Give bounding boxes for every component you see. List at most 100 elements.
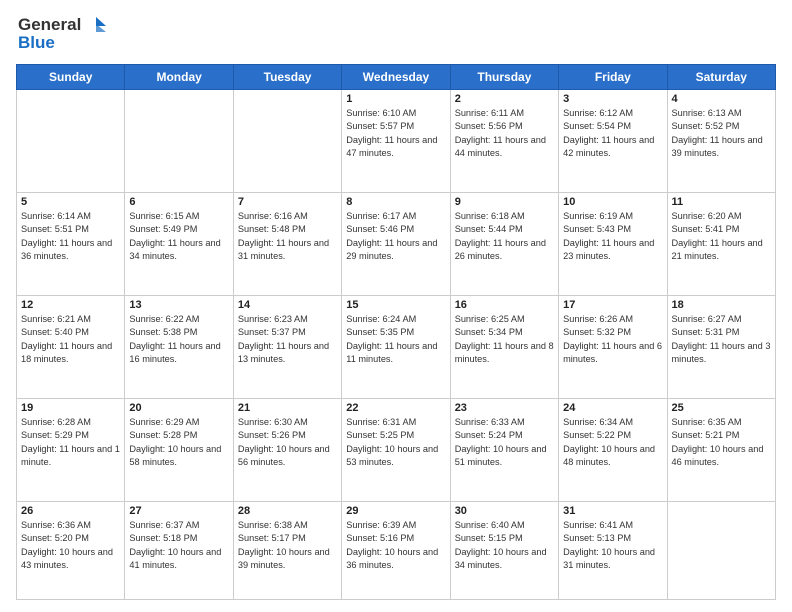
calendar-week-5: 26 Sunrise: 6:36 AMSunset: 5:20 PMDayligh… xyxy=(17,502,776,600)
day-number: 3 xyxy=(563,93,662,105)
day-number: 9 xyxy=(455,196,554,208)
day-number: 15 xyxy=(346,299,445,311)
day-number: 5 xyxy=(21,196,120,208)
calendar-cell: 30Sunrise: 6:40 AMSunset: 5:15 PMDayligh… xyxy=(450,502,558,600)
day-info: Sunrise: 6:24 AMSunset: 5:35 PMDaylight:… xyxy=(346,313,445,366)
day-number: 26 xyxy=(21,505,120,517)
day-number: 12 xyxy=(21,299,120,311)
logo-svg: General Blue xyxy=(16,12,106,56)
day-number: 21 xyxy=(238,402,337,414)
day-number: 11 xyxy=(672,196,771,208)
calendar-week-2: 5 Sunrise: 6:14 AMSunset: 5:51 PMDaylight… xyxy=(17,193,776,296)
header: General Blue xyxy=(16,12,776,56)
calendar-cell: 9 Sunrise: 6:18 AMSunset: 5:44 PMDaylight… xyxy=(450,193,558,296)
day-header-sunday: Sunday xyxy=(17,65,125,90)
calendar-week-1: 1 Sunrise: 6:10 AMSunset: 5:57 PMDaylight… xyxy=(17,90,776,193)
day-number: 4 xyxy=(672,93,771,105)
day-number: 17 xyxy=(563,299,662,311)
day-info: Sunrise: 6:18 AMSunset: 5:44 PMDaylight:… xyxy=(455,210,554,263)
calendar-cell: 31 Sunrise: 6:41 AMSunset: 5:13 PMDayligh… xyxy=(559,502,667,600)
calendar-cell xyxy=(17,90,125,193)
day-number: 24 xyxy=(563,402,662,414)
day-info: Sunrise: 6:17 AMSunset: 5:46 PMDaylight:… xyxy=(346,210,445,263)
calendar-cell: 12 Sunrise: 6:21 AMSunset: 5:40 PMDayligh… xyxy=(17,296,125,399)
calendar-cell: 19 Sunrise: 6:28 AMSunset: 5:29 PMDayligh… xyxy=(17,399,125,502)
calendar-cell: 21 Sunrise: 6:30 AMSunset: 5:26 PMDayligh… xyxy=(233,399,341,502)
day-number: 6 xyxy=(129,196,228,208)
day-header-tuesday: Tuesday xyxy=(233,65,341,90)
day-number: 14 xyxy=(238,299,337,311)
calendar-cell: 11Sunrise: 6:20 AMSunset: 5:41 PMDayligh… xyxy=(667,193,775,296)
day-info: Sunrise: 6:35 AMSunset: 5:21 PMDaylight:… xyxy=(672,416,771,469)
calendar-cell: 25 Sunrise: 6:35 AMSunset: 5:21 PMDayligh… xyxy=(667,399,775,502)
calendar-cell: 18 Sunrise: 6:27 AMSunset: 5:31 PMDayligh… xyxy=(667,296,775,399)
day-header-wednesday: Wednesday xyxy=(342,65,450,90)
day-info: Sunrise: 6:26 AMSunset: 5:32 PMDaylight:… xyxy=(563,313,662,366)
calendar-cell: 8 Sunrise: 6:17 AMSunset: 5:46 PMDaylight… xyxy=(342,193,450,296)
calendar-cell: 26 Sunrise: 6:36 AMSunset: 5:20 PMDayligh… xyxy=(17,502,125,600)
day-number: 27 xyxy=(129,505,228,517)
calendar-cell: 14Sunrise: 6:23 AMSunset: 5:37 PMDayligh… xyxy=(233,296,341,399)
calendar-cell: 28 Sunrise: 6:38 AMSunset: 5:17 PMDayligh… xyxy=(233,502,341,600)
day-number: 10 xyxy=(563,196,662,208)
day-info: Sunrise: 6:33 AMSunset: 5:24 PMDaylight:… xyxy=(455,416,554,469)
logo: General Blue xyxy=(16,12,106,56)
day-info: Sunrise: 6:34 AMSunset: 5:22 PMDaylight:… xyxy=(563,416,662,469)
day-header-friday: Friday xyxy=(559,65,667,90)
day-info: Sunrise: 6:27 AMSunset: 5:31 PMDaylight:… xyxy=(672,313,771,366)
calendar-week-4: 19 Sunrise: 6:28 AMSunset: 5:29 PMDayligh… xyxy=(17,399,776,502)
day-info: Sunrise: 6:30 AMSunset: 5:26 PMDaylight:… xyxy=(238,416,337,469)
day-number: 2 xyxy=(455,93,554,105)
calendar-cell: 16Sunrise: 6:25 AMSunset: 5:34 PMDayligh… xyxy=(450,296,558,399)
calendar-cell: 10Sunrise: 6:19 AMSunset: 5:43 PMDayligh… xyxy=(559,193,667,296)
calendar-cell: 27 Sunrise: 6:37 AMSunset: 5:18 PMDayligh… xyxy=(125,502,233,600)
day-number: 31 xyxy=(563,505,662,517)
day-info: Sunrise: 6:12 AMSunset: 5:54 PMDaylight:… xyxy=(563,107,662,160)
day-info: Sunrise: 6:10 AMSunset: 5:57 PMDaylight:… xyxy=(346,107,445,160)
day-info: Sunrise: 6:39 AMSunset: 5:16 PMDaylight:… xyxy=(346,519,445,572)
calendar-cell xyxy=(233,90,341,193)
calendar-week-3: 12 Sunrise: 6:21 AMSunset: 5:40 PMDayligh… xyxy=(17,296,776,399)
page: General Blue SundayMondayTuesdayWednesda… xyxy=(0,0,792,612)
calendar-cell xyxy=(125,90,233,193)
day-info: Sunrise: 6:11 AMSunset: 5:56 PMDaylight:… xyxy=(455,107,554,160)
day-number: 30 xyxy=(455,505,554,517)
day-info: Sunrise: 6:41 AMSunset: 5:13 PMDaylight:… xyxy=(563,519,662,572)
day-number: 1 xyxy=(346,93,445,105)
day-number: 28 xyxy=(238,505,337,517)
calendar-table: SundayMondayTuesdayWednesdayThursdayFrid… xyxy=(16,64,776,600)
calendar-cell: 13 Sunrise: 6:22 AMSunset: 5:38 PMDayligh… xyxy=(125,296,233,399)
calendar-cell: 23 Sunrise: 6:33 AMSunset: 5:24 PMDayligh… xyxy=(450,399,558,502)
calendar-cell xyxy=(667,502,775,600)
calendar-cell: 24 Sunrise: 6:34 AMSunset: 5:22 PMDayligh… xyxy=(559,399,667,502)
calendar-cell: 20 Sunrise: 6:29 AMSunset: 5:28 PMDayligh… xyxy=(125,399,233,502)
day-number: 23 xyxy=(455,402,554,414)
day-info: Sunrise: 6:37 AMSunset: 5:18 PMDaylight:… xyxy=(129,519,228,572)
calendar-header-row: SundayMondayTuesdayWednesdayThursdayFrid… xyxy=(17,65,776,90)
day-header-saturday: Saturday xyxy=(667,65,775,90)
day-header-monday: Monday xyxy=(125,65,233,90)
calendar-cell: 15 Sunrise: 6:24 AMSunset: 5:35 PMDayligh… xyxy=(342,296,450,399)
day-info: Sunrise: 6:29 AMSunset: 5:28 PMDaylight:… xyxy=(129,416,228,469)
day-info: Sunrise: 6:16 AMSunset: 5:48 PMDaylight:… xyxy=(238,210,337,263)
day-info: Sunrise: 6:36 AMSunset: 5:20 PMDaylight:… xyxy=(21,519,120,572)
day-number: 13 xyxy=(129,299,228,311)
day-info: Sunrise: 6:25 AMSunset: 5:34 PMDaylight:… xyxy=(455,313,554,366)
day-number: 18 xyxy=(672,299,771,311)
day-info: Sunrise: 6:14 AMSunset: 5:51 PMDaylight:… xyxy=(21,210,120,263)
day-number: 19 xyxy=(21,402,120,414)
day-info: Sunrise: 6:22 AMSunset: 5:38 PMDaylight:… xyxy=(129,313,228,366)
calendar-cell: 6Sunrise: 6:15 AMSunset: 5:49 PMDaylight… xyxy=(125,193,233,296)
day-info: Sunrise: 6:31 AMSunset: 5:25 PMDaylight:… xyxy=(346,416,445,469)
day-number: 8 xyxy=(346,196,445,208)
svg-text:Blue: Blue xyxy=(18,33,55,52)
day-info: Sunrise: 6:28 AMSunset: 5:29 PMDaylight:… xyxy=(21,416,120,469)
day-number: 20 xyxy=(129,402,228,414)
day-info: Sunrise: 6:38 AMSunset: 5:17 PMDaylight:… xyxy=(238,519,337,572)
day-header-thursday: Thursday xyxy=(450,65,558,90)
calendar-cell: 22Sunrise: 6:31 AMSunset: 5:25 PMDayligh… xyxy=(342,399,450,502)
calendar-cell: 5 Sunrise: 6:14 AMSunset: 5:51 PMDaylight… xyxy=(17,193,125,296)
day-info: Sunrise: 6:21 AMSunset: 5:40 PMDaylight:… xyxy=(21,313,120,366)
day-number: 25 xyxy=(672,402,771,414)
calendar-cell: 4Sunrise: 6:13 AMSunset: 5:52 PMDaylight… xyxy=(667,90,775,193)
